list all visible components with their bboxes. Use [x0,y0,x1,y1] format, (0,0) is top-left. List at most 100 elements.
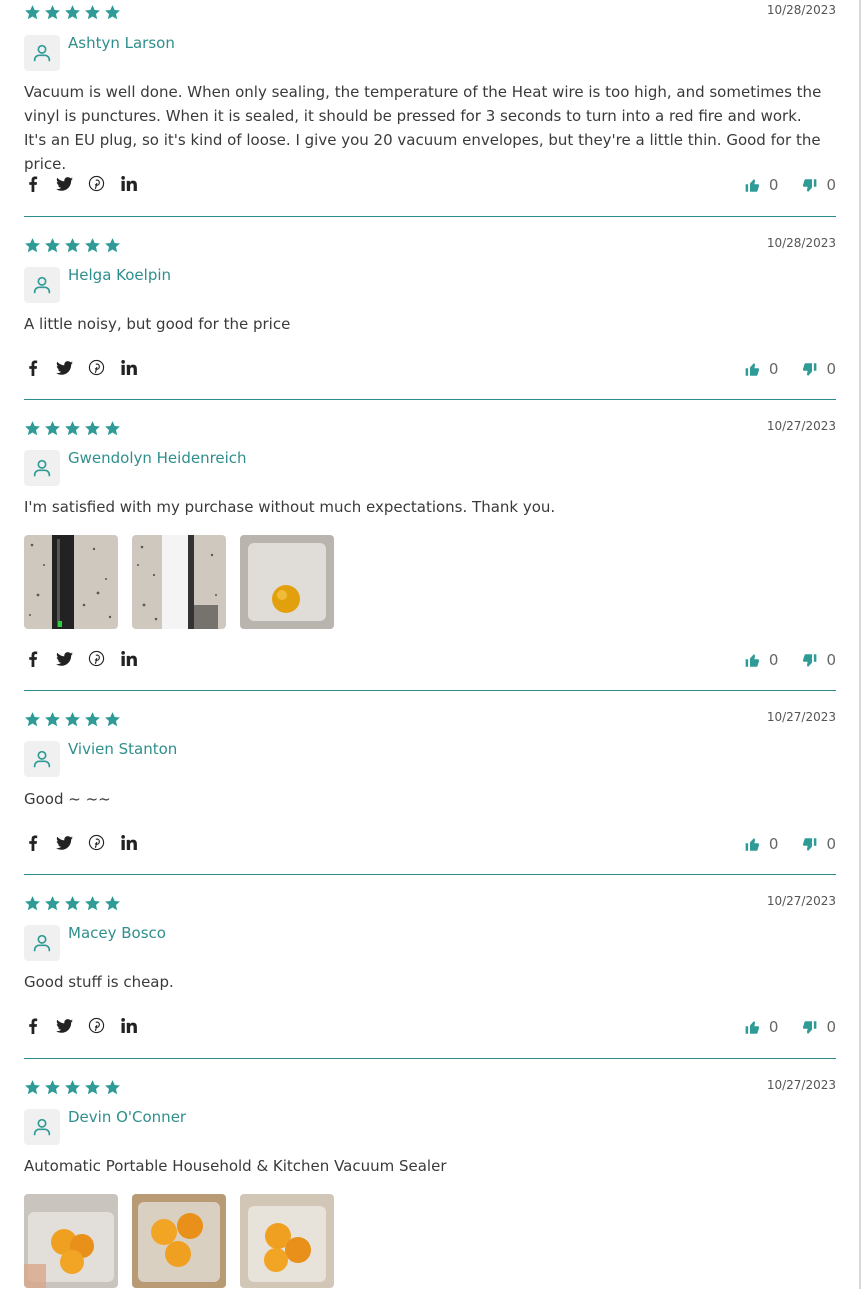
vote-controls: 0 0 [745,835,836,853]
star-icon [105,5,120,20]
star-icon [85,896,100,911]
helpful-vote[interactable]: 0 [745,651,778,669]
sealed-oranges-photo-1[interactable] [24,1194,118,1288]
share-links [24,175,137,192]
review-photos [24,535,334,629]
star-rating [24,1079,121,1096]
facebook-icon[interactable] [24,834,41,851]
star-rating [24,420,121,437]
facebook-icon[interactable] [24,359,41,376]
star-icon [65,896,80,911]
twitter-icon[interactable] [56,834,73,851]
thumbs-up-icon [745,653,760,667]
star-icon [65,712,80,727]
unhelpful-vote[interactable]: 0 [802,1018,836,1036]
like-count: 0 [768,176,779,194]
facebook-icon[interactable] [24,175,41,192]
thumbs-up-icon [745,178,760,192]
unhelpful-vote[interactable]: 0 [802,360,836,378]
sealer-side-photo[interactable] [132,535,226,629]
star-icon [45,712,60,727]
facebook-icon[interactable] [24,1017,41,1034]
unhelpful-vote[interactable]: 0 [802,176,836,194]
twitter-icon[interactable] [56,175,73,192]
twitter-icon[interactable] [56,359,73,376]
thumbs-down-icon [803,837,817,851]
linkedin-icon[interactable] [120,650,137,667]
review-item: 10/27/2023 Macey Bosco Good stuff is che… [24,875,836,1059]
facebook-icon[interactable] [24,650,41,667]
star-icon [25,712,40,727]
twitter-icon[interactable] [56,650,73,667]
star-icon [45,1080,60,1095]
pinterest-icon[interactable] [88,650,105,667]
review-text: Vacuum is well done. When only sealing, … [24,83,822,173]
avatar [24,925,60,961]
review-item: 10/28/2023 Ashtyn Larson Vacuum is well … [24,0,836,217]
user-icon [33,750,51,768]
star-rating [24,895,121,912]
user-icon [33,1118,51,1136]
linkedin-icon[interactable] [120,359,137,376]
review-date: 10/27/2023 [766,894,836,908]
thumbs-down-icon [803,362,817,376]
dislike-count: 0 [826,835,836,853]
star-icon [105,421,120,436]
review-item: 10/28/2023 Helga Koelpin A little noisy,… [24,217,836,400]
vote-controls: 0 0 [745,651,836,669]
sealed-orange-photo[interactable] [240,535,334,629]
star-icon [25,896,40,911]
star-icon [85,5,100,20]
sealer-on-counter-photo[interactable] [24,535,118,629]
sealed-oranges-photo-2[interactable] [132,1194,226,1288]
helpful-vote[interactable]: 0 [745,360,779,378]
like-count: 0 [768,835,779,853]
avatar [24,450,60,486]
linkedin-icon[interactable] [120,175,137,192]
helpful-vote[interactable]: 0 [745,176,779,194]
user-icon [33,276,51,294]
avatar [24,35,60,71]
review-author: Helga Koelpin [68,266,172,284]
unhelpful-vote[interactable]: 0 [802,835,836,853]
star-rating [24,237,121,254]
helpful-vote[interactable]: 0 [745,1018,778,1036]
star-icon [65,5,80,20]
pinterest-icon[interactable] [88,175,105,192]
avatar [24,741,60,777]
star-icon [85,1080,100,1095]
unhelpful-vote[interactable]: 0 [802,651,836,669]
review-author: Devin O'Conner [68,1108,187,1126]
star-icon [25,1080,40,1095]
review-date: 10/27/2023 [766,710,836,724]
twitter-icon[interactable] [56,1017,73,1034]
sealed-oranges-photo-3[interactable] [240,1194,334,1288]
like-count: 0 [768,360,779,378]
star-icon [45,5,60,20]
review-date: 10/28/2023 [766,3,836,17]
review-text: Automatic Portable Household & Kitchen V… [24,1157,447,1175]
review-text: Good ~ ~~ [24,790,111,808]
linkedin-icon[interactable] [120,1017,137,1034]
review-photos [24,1194,334,1288]
review-author: Vivien Stanton [68,740,178,758]
review-item: 10/27/2023 Vivien Stanton Good ~ ~~ 0 0 [24,691,836,875]
share-links [24,359,137,376]
star-icon [85,421,100,436]
star-icon [45,238,60,253]
star-icon [105,712,120,727]
helpful-vote[interactable]: 0 [745,835,779,853]
vote-controls: 0 0 [745,176,836,194]
linkedin-icon[interactable] [120,834,137,851]
review-date: 10/27/2023 [766,1078,836,1092]
review-author: Ashtyn Larson [68,34,175,52]
review-author: Gwendolyn Heidenreich [68,449,247,467]
vote-controls: 0 0 [745,360,836,378]
star-icon [65,1080,80,1095]
thumbs-down-icon [803,178,817,192]
user-icon [33,459,51,477]
pinterest-icon[interactable] [88,834,105,851]
pinterest-icon[interactable] [88,1017,105,1034]
pinterest-icon[interactable] [88,359,105,376]
review-date: 10/27/2023 [766,419,836,433]
